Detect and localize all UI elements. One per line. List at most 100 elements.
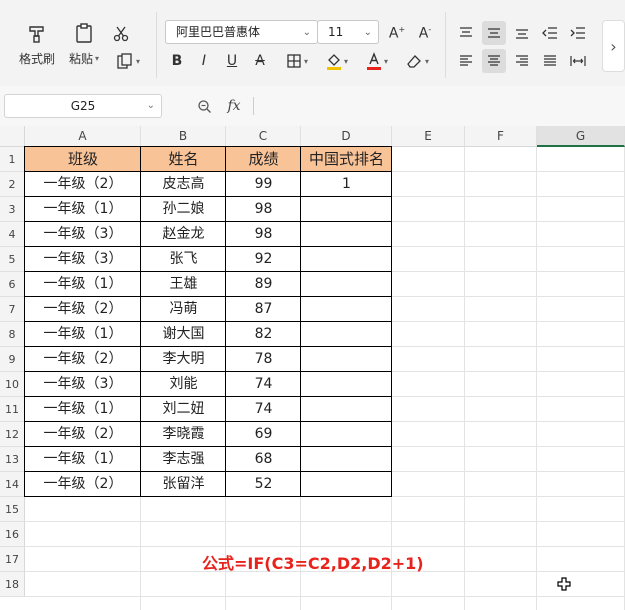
table-cell[interactable]: 92 [226, 247, 301, 272]
column-header-c[interactable]: C [226, 126, 301, 147]
table-cell[interactable] [301, 247, 392, 272]
table-cell[interactable] [301, 222, 392, 247]
row-header-3[interactable]: 3 [0, 197, 25, 222]
paste-button[interactable]: 粘贴 ▾ [62, 20, 106, 68]
table-cell[interactable]: 李大明 [141, 347, 226, 372]
font-color-button[interactable]: ▾ [360, 50, 394, 72]
table-cell[interactable] [301, 447, 392, 472]
table-cell[interactable]: 89 [226, 272, 301, 297]
align-bottom-button[interactable] [511, 22, 533, 44]
distribute-button[interactable] [567, 50, 589, 72]
align-left-button[interactable] [455, 50, 477, 72]
table-cell[interactable]: 一年级（3） [25, 247, 141, 272]
formula-input[interactable] [254, 94, 625, 118]
row-header-5[interactable]: 5 [0, 247, 25, 272]
table-cell[interactable]: 一年级（2） [25, 172, 141, 197]
table-cell[interactable]: 孙二娘 [141, 197, 226, 222]
column-header-e[interactable]: E [392, 126, 465, 147]
table-cell[interactable]: 一年级（3） [25, 372, 141, 397]
table-cell[interactable] [301, 347, 392, 372]
table-cell[interactable]: 74 [226, 372, 301, 397]
table-cell[interactable]: 78 [226, 347, 301, 372]
table-cell[interactable]: 一年级（2） [25, 297, 141, 322]
row-header-2[interactable]: 2 [0, 172, 25, 197]
italic-button[interactable]: I [194, 50, 214, 72]
font-size-select[interactable]: 11 ⌄ [317, 20, 379, 44]
table-cell[interactable]: 87 [226, 297, 301, 322]
table-cell[interactable]: 98 [226, 197, 301, 222]
spreadsheet-grid[interactable]: A B C D E F G 1 2 3 4 5 6 7 8 9 10 11 12 13 14 15 16 17 18 班级 姓名 成绩… [0, 126, 625, 610]
row-header-13[interactable]: 13 [0, 447, 25, 472]
table-cell[interactable]: 一年级（1） [25, 272, 141, 297]
table-cell[interactable]: 52 [226, 472, 301, 497]
row-header-10[interactable]: 10 [0, 372, 25, 397]
align-center-button[interactable] [482, 49, 506, 73]
table-cell[interactable]: 赵金龙 [141, 222, 226, 247]
table-header-cell[interactable]: 中国式排名 [301, 147, 392, 172]
insert-function-button[interactable]: fx [223, 96, 245, 116]
table-cell[interactable]: 一年级（2） [25, 347, 141, 372]
copy-button[interactable]: ▾ [110, 50, 146, 72]
row-header-4[interactable]: 4 [0, 222, 25, 247]
align-top-button[interactable] [455, 22, 477, 44]
align-middle-button[interactable] [482, 21, 506, 45]
table-cell[interactable]: 99 [226, 172, 301, 197]
table-cell[interactable]: 74 [226, 397, 301, 422]
table-cell[interactable]: 98 [226, 222, 301, 247]
underline-button[interactable]: U [222, 50, 242, 72]
table-cell[interactable]: 1 [301, 172, 392, 197]
decrease-indent-button[interactable] [539, 22, 561, 44]
fill-color-button[interactable]: ▾ [320, 50, 354, 72]
column-header-b[interactable]: B [141, 126, 226, 147]
table-cell[interactable] [301, 472, 392, 497]
increase-font-button[interactable]: A+ [386, 22, 408, 44]
row-header-14[interactable]: 14 [0, 472, 25, 497]
row-header-11[interactable]: 11 [0, 397, 25, 422]
table-cell[interactable] [301, 322, 392, 347]
row-header-16[interactable]: 16 [0, 522, 25, 547]
row-header-17[interactable]: 17 [0, 547, 25, 572]
table-cell[interactable]: 69 [226, 422, 301, 447]
table-cell[interactable]: 王雄 [141, 272, 226, 297]
table-header-cell[interactable]: 成绩 [226, 147, 301, 172]
borders-button[interactable]: ▾ [280, 50, 314, 72]
table-cell[interactable]: 68 [226, 447, 301, 472]
row-header-12[interactable]: 12 [0, 422, 25, 447]
table-cell[interactable] [301, 197, 392, 222]
table-cell[interactable] [301, 297, 392, 322]
table-cell[interactable]: 张飞 [141, 247, 226, 272]
table-cell[interactable]: 李志强 [141, 447, 226, 472]
table-header-cell[interactable]: 班级 [25, 147, 141, 172]
ribbon-scroll-right-button[interactable]: › [602, 20, 625, 72]
cut-button[interactable] [108, 22, 134, 46]
table-cell[interactable]: 一年级（2） [25, 472, 141, 497]
justify-button[interactable] [539, 50, 561, 72]
table-cell[interactable]: 82 [226, 322, 301, 347]
row-header-18[interactable]: 18 [0, 572, 25, 597]
row-header-9[interactable]: 9 [0, 347, 25, 372]
table-cell[interactable]: 张留洋 [141, 472, 226, 497]
row-header-1[interactable]: 1 [0, 147, 25, 172]
table-cell[interactable]: 谢大国 [141, 322, 226, 347]
table-header-cell[interactable]: 姓名 [141, 147, 226, 172]
table-cell[interactable]: 冯萌 [141, 297, 226, 322]
column-header-a[interactable]: A [25, 126, 141, 147]
font-name-select[interactable]: 阿里巴巴普惠体 ⌄ [165, 20, 318, 44]
decrease-font-button[interactable]: A- [414, 22, 436, 44]
align-right-button[interactable] [511, 50, 533, 72]
table-cell[interactable]: 皮志高 [141, 172, 226, 197]
row-header-15[interactable]: 15 [0, 497, 25, 522]
table-cell[interactable] [301, 422, 392, 447]
table-cell[interactable] [301, 272, 392, 297]
select-all-corner[interactable] [0, 126, 25, 147]
row-header-7[interactable]: 7 [0, 297, 25, 322]
table-cell[interactable] [301, 397, 392, 422]
column-header-d[interactable]: D [301, 126, 392, 147]
table-cell[interactable]: 一年级（1） [25, 322, 141, 347]
strikethrough-button[interactable]: A [250, 50, 270, 72]
table-cell[interactable]: 一年级（1） [25, 397, 141, 422]
table-cell[interactable] [301, 372, 392, 397]
table-cell[interactable]: 刘能 [141, 372, 226, 397]
row-header-6[interactable]: 6 [0, 272, 25, 297]
table-cell[interactable]: 刘二妞 [141, 397, 226, 422]
